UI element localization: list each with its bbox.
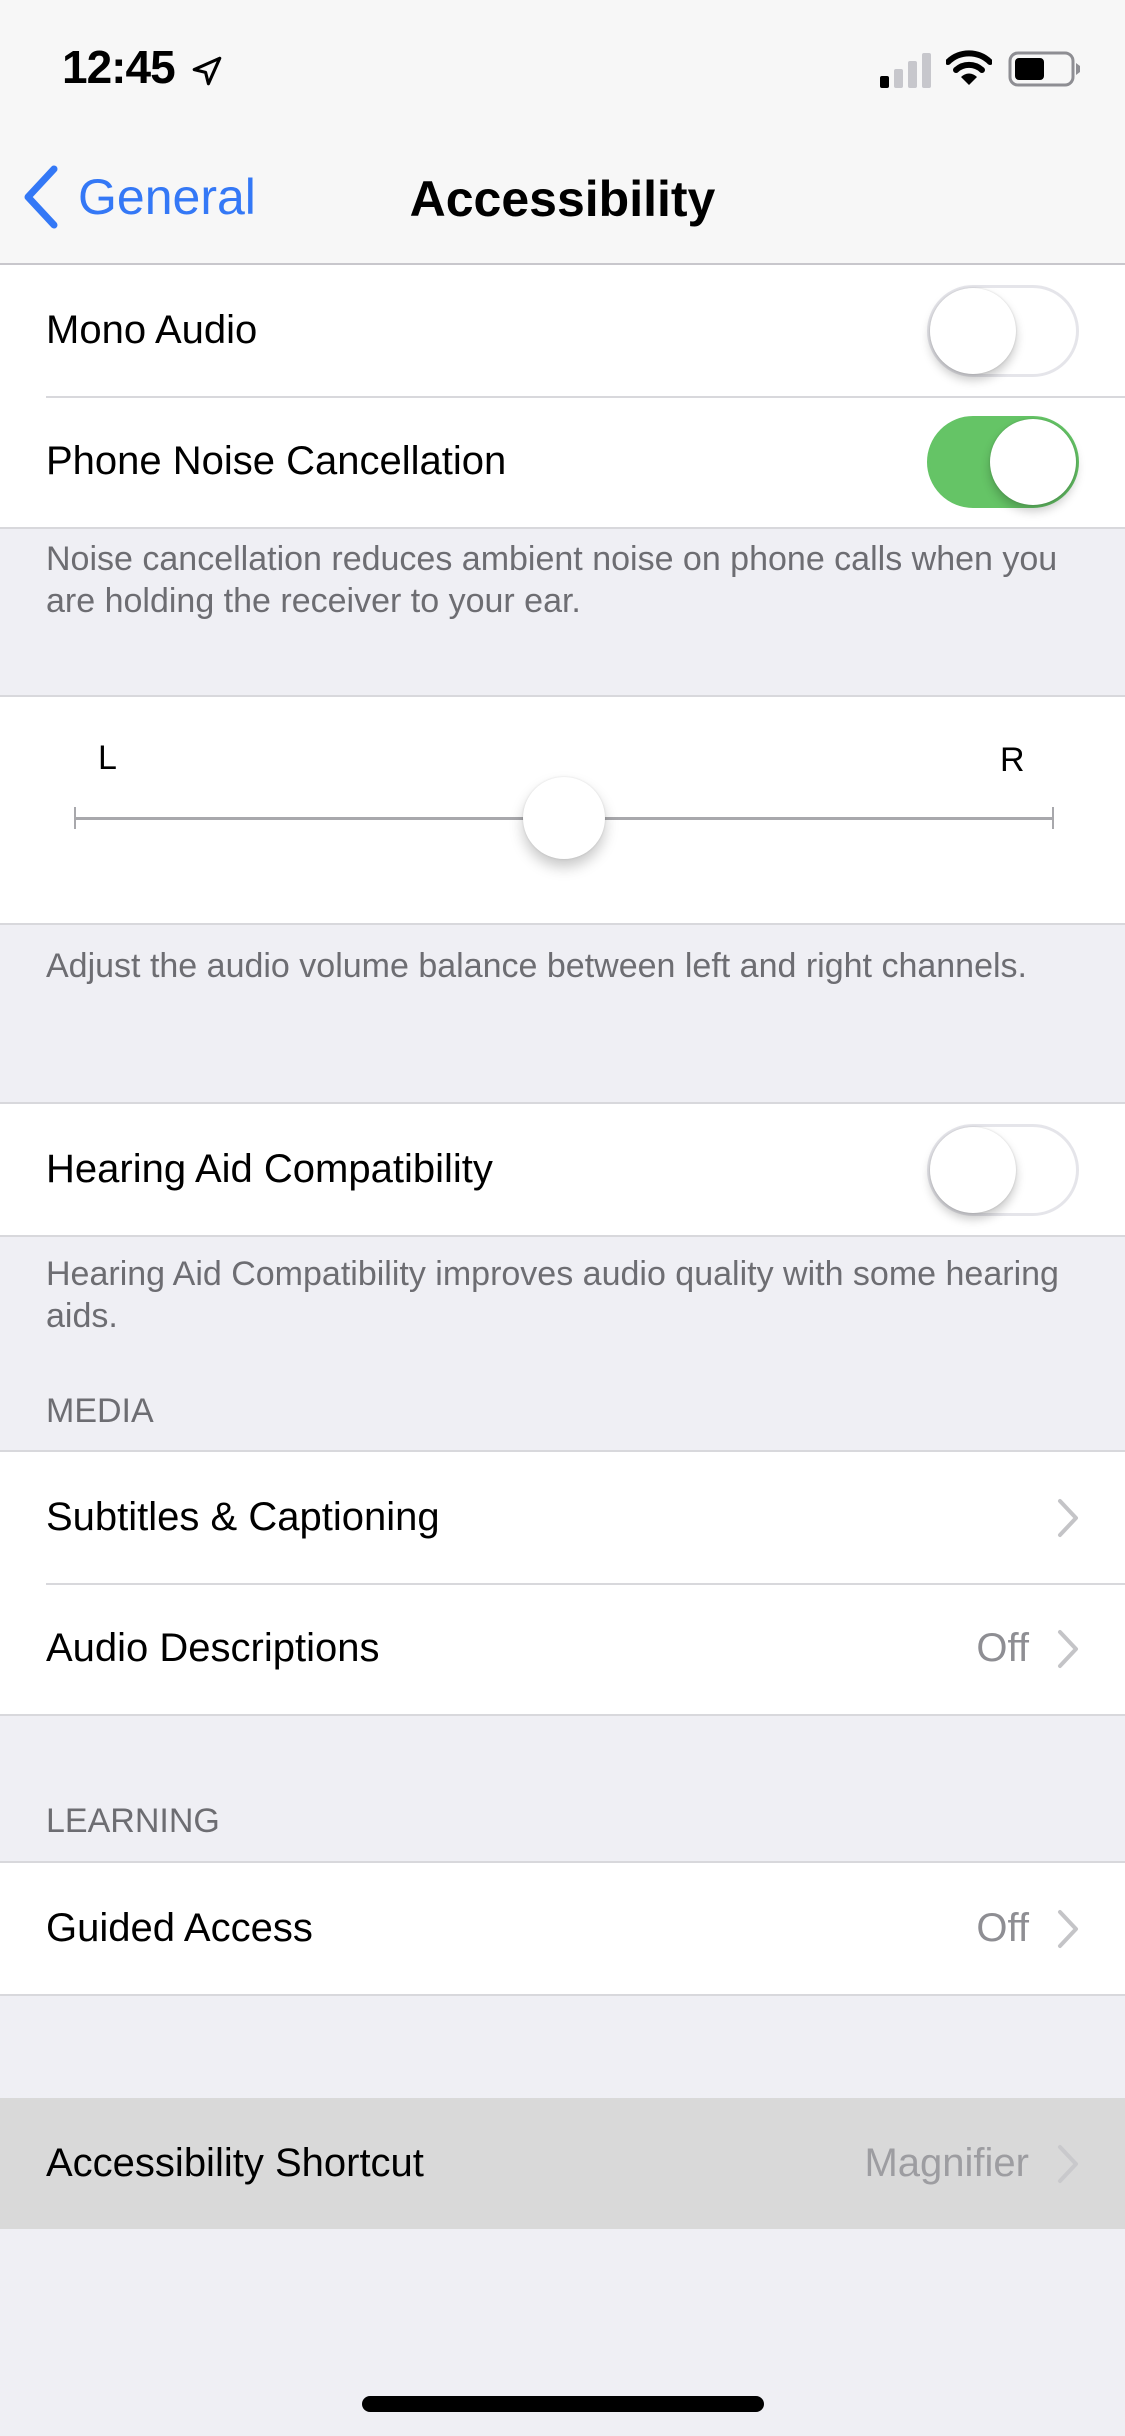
signal-bar-3 bbox=[908, 61, 917, 88]
subtitles-captioning-label: Subtitles & Captioning bbox=[46, 1495, 440, 1539]
audio-descriptions-row[interactable]: Audio Descriptions Off bbox=[0, 1583, 1125, 1714]
chevron-right-icon bbox=[1058, 1498, 1078, 1537]
balance-footer: Adjust the audio volume balance between … bbox=[46, 947, 1027, 985]
noise-cancellation-footer: Noise cancellation reduces ambient noise… bbox=[46, 540, 1058, 620]
hearing-aid-footer: Hearing Aid Compatibility improves audio… bbox=[46, 1255, 1059, 1335]
battery-fill bbox=[1015, 58, 1044, 80]
accessibility-shortcut-label: Accessibility Shortcut bbox=[46, 2141, 424, 2185]
hearing-aid-row: Hearing Aid Compatibility bbox=[0, 1104, 1125, 1235]
phone-noise-cancellation-row: Phone Noise Cancellation bbox=[0, 396, 1125, 527]
audio-settings-group: Mono Audio Phone Noise Cancellation bbox=[0, 265, 1125, 529]
subtitles-captioning-row[interactable]: Subtitles & Captioning bbox=[0, 1452, 1125, 1583]
mono-audio-row: Mono Audio bbox=[0, 265, 1125, 396]
accessibility-shortcut-value: Magnifier bbox=[864, 2141, 1029, 2185]
signal-bar-1 bbox=[880, 76, 889, 88]
page-title: Accessibility bbox=[409, 171, 716, 227]
accessibility-shortcut-group: Accessibility Shortcut Magnifier bbox=[0, 2098, 1125, 2229]
chevron-right-icon bbox=[1058, 1909, 1078, 1948]
status-time: 12:45 bbox=[62, 41, 176, 93]
audio-descriptions-label: Audio Descriptions bbox=[46, 1626, 380, 1670]
guided-access-label: Guided Access bbox=[46, 1906, 313, 1950]
signal-bar-4 bbox=[922, 53, 931, 88]
hearing-aid-label: Hearing Aid Compatibility bbox=[46, 1147, 493, 1191]
phone-noise-cancellation-label: Phone Noise Cancellation bbox=[46, 439, 507, 483]
balance-right-label: R bbox=[1000, 741, 1025, 779]
battery-icon bbox=[1008, 51, 1080, 87]
chevron-right-icon bbox=[1058, 1629, 1078, 1668]
home-indicator[interactable] bbox=[362, 2396, 764, 2412]
learning-group: Guided Access Off bbox=[0, 1861, 1125, 1996]
slider-left-tick bbox=[74, 807, 76, 829]
wifi-icon bbox=[946, 50, 992, 85]
balance-slider-group: L R bbox=[0, 695, 1125, 925]
toggle-knob bbox=[930, 287, 1016, 374]
learning-section-header: LEARNING bbox=[46, 1802, 220, 1840]
media-section-header: MEDIA bbox=[46, 1392, 154, 1430]
hearing-aid-toggle[interactable] bbox=[927, 1123, 1079, 1216]
toggle-knob bbox=[990, 418, 1076, 505]
guided-access-value: Off bbox=[976, 1906, 1029, 1950]
phone-noise-cancellation-toggle[interactable] bbox=[927, 415, 1079, 508]
accessibility-shortcut-row[interactable]: Accessibility Shortcut Magnifier bbox=[0, 2098, 1125, 2229]
hearing-aid-group: Hearing Aid Compatibility bbox=[0, 1102, 1125, 1237]
slider-right-tick bbox=[1052, 807, 1054, 829]
mono-audio-toggle[interactable] bbox=[927, 284, 1079, 377]
balance-left-label: L bbox=[98, 739, 117, 777]
navigation-bar: General Accessibility bbox=[0, 132, 1125, 265]
audio-descriptions-value: Off bbox=[976, 1626, 1029, 1670]
guided-access-row[interactable]: Guided Access Off bbox=[0, 1863, 1125, 1994]
toggle-knob bbox=[930, 1126, 1016, 1213]
mono-audio-label: Mono Audio bbox=[46, 308, 258, 352]
media-group: Subtitles & Captioning Audio Description… bbox=[0, 1450, 1125, 1716]
slider-thumb[interactable] bbox=[523, 777, 605, 859]
balance-slider[interactable] bbox=[74, 777, 1054, 859]
cellular-signal-icon bbox=[880, 53, 931, 88]
status-bar: 12:45 bbox=[0, 0, 1125, 132]
signal-bar-2 bbox=[894, 69, 903, 88]
chevron-right-icon bbox=[1058, 2144, 1078, 2183]
location-arrow-icon bbox=[192, 56, 222, 86]
